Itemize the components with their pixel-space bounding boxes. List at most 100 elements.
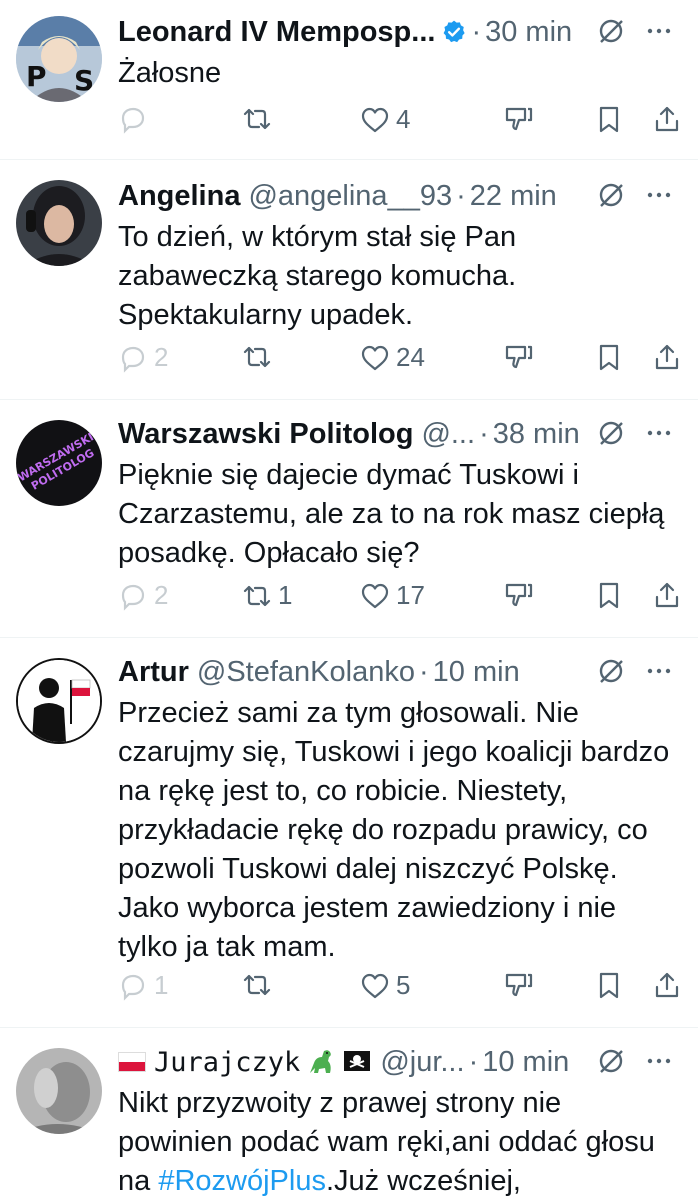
tweet-text: Nikt przyzwoity z prawej strony nie powi… bbox=[118, 1087, 655, 1197]
separator-dot: · bbox=[479, 417, 489, 450]
downvote-button[interactable] bbox=[504, 580, 534, 610]
grok-icon[interactable] bbox=[596, 16, 626, 46]
downvote-button[interactable] bbox=[504, 104, 534, 134]
share-button[interactable] bbox=[652, 342, 682, 372]
retweet-button[interactable] bbox=[242, 104, 278, 134]
anime-avatar-icon: P S bbox=[16, 16, 102, 102]
tweet[interactable]: P S Leonard IV Memposp... · 30 min Żałos… bbox=[0, 0, 698, 160]
more-options-icon[interactable] bbox=[644, 16, 674, 46]
bookmark-icon bbox=[599, 344, 619, 371]
timestamp[interactable]: 30 min bbox=[485, 16, 572, 49]
bookmark-button[interactable] bbox=[594, 970, 624, 1000]
reply-button[interactable] bbox=[118, 104, 154, 134]
avatar[interactable] bbox=[16, 1048, 102, 1134]
bookmark-button[interactable] bbox=[594, 580, 624, 610]
share-button[interactable] bbox=[652, 970, 682, 1000]
heart-icon bbox=[361, 973, 389, 998]
bookmark-icon bbox=[599, 106, 619, 133]
reply-icon bbox=[121, 974, 145, 1001]
downvote-icon bbox=[505, 345, 533, 369]
downvote-icon bbox=[505, 583, 533, 607]
reply-icon bbox=[121, 346, 145, 373]
heart-icon bbox=[361, 583, 389, 608]
tweet-text: Przecież sami za tym głosowali. Nie czar… bbox=[118, 697, 670, 963]
hashtag-link[interactable]: #RozwójPlus bbox=[158, 1165, 326, 1197]
grok-icon[interactable] bbox=[596, 418, 626, 448]
svg-text:P: P bbox=[26, 60, 47, 93]
grok-icon[interactable] bbox=[596, 656, 626, 686]
share-icon bbox=[655, 972, 679, 998]
like-button[interactable]: 4 bbox=[360, 104, 410, 135]
timestamp[interactable]: 10 min bbox=[482, 1046, 569, 1079]
reply-count: 2 bbox=[154, 342, 169, 372]
like-button[interactable]: 5 bbox=[360, 970, 410, 1001]
more-options-icon[interactable] bbox=[644, 656, 674, 686]
tweet[interactable]: Angelina @angelina__93 · 22 min To dzień… bbox=[0, 160, 698, 400]
author-handle[interactable]: @... bbox=[421, 418, 475, 451]
share-button[interactable] bbox=[652, 580, 682, 610]
avatar[interactable] bbox=[16, 180, 102, 266]
more-options-icon[interactable] bbox=[644, 418, 674, 448]
verified-badge-icon bbox=[444, 20, 466, 43]
share-icon bbox=[655, 582, 679, 608]
more-options-icon[interactable] bbox=[644, 1046, 674, 1076]
retweet-button[interactable] bbox=[242, 342, 278, 372]
timestamp[interactable]: 10 min bbox=[433, 656, 520, 689]
separator-dot: · bbox=[456, 179, 466, 212]
author-handle[interactable]: @angelina__93 bbox=[248, 180, 452, 213]
tweet[interactable]: Jurajczyk @jur... · 10 min Nikt przyzwoi… bbox=[0, 1028, 698, 1199]
reply-count: 1 bbox=[154, 970, 169, 1000]
reply-icon bbox=[121, 107, 145, 134]
author-name[interactable]: Jurajczyk bbox=[154, 1047, 300, 1078]
action-bar: 2 1 17 bbox=[118, 580, 688, 616]
tweet-text: To dzień, w którym stał się Pan zabawecz… bbox=[118, 221, 517, 331]
tweet-text: Pięknie się dajecie dymać Tuskowi i Czar… bbox=[118, 459, 665, 569]
author-name[interactable]: Warszawski Politolog bbox=[118, 418, 413, 451]
tweet[interactable]: Artur @StefanKolanko · 10 min Przecież s… bbox=[0, 638, 698, 1028]
downvote-button[interactable] bbox=[504, 342, 534, 372]
timestamp[interactable]: 38 min bbox=[493, 418, 580, 451]
like-button[interactable]: 24 bbox=[360, 342, 425, 373]
reply-button[interactable]: 2 bbox=[118, 580, 168, 611]
retweet-icon bbox=[243, 108, 271, 130]
retweet-icon bbox=[243, 346, 271, 368]
tweet-text: Żałosne bbox=[118, 57, 222, 89]
action-bar: 1 5 bbox=[118, 970, 688, 1006]
share-button[interactable] bbox=[652, 104, 682, 134]
author-name[interactable]: Angelina bbox=[118, 180, 240, 213]
tweet[interactable]: WARSZAWSKI POLITOLOG Warszawski Politolo… bbox=[0, 400, 698, 638]
like-button[interactable]: 17 bbox=[360, 580, 425, 611]
retweet-button[interactable] bbox=[242, 970, 278, 1000]
warszawski-politolog-logo-icon: WARSZAWSKI POLITOLOG bbox=[16, 420, 102, 506]
reply-button[interactable]: 2 bbox=[118, 342, 168, 373]
dinosaur-icon bbox=[310, 1050, 332, 1073]
like-count: 5 bbox=[396, 970, 411, 1000]
grok-icon[interactable] bbox=[596, 180, 626, 210]
reply-button[interactable]: 1 bbox=[118, 970, 168, 1001]
avatar[interactable]: WARSZAWSKI POLITOLOG bbox=[16, 420, 102, 506]
heart-icon bbox=[361, 107, 389, 132]
author-handle[interactable]: @StefanKolanko bbox=[197, 656, 415, 689]
action-bar: 2 24 bbox=[118, 342, 688, 378]
retweet-button[interactable]: 1 bbox=[242, 580, 292, 611]
avatar[interactable]: P S bbox=[16, 16, 102, 102]
author-name[interactable]: Artur bbox=[118, 656, 189, 689]
bookmark-button[interactable] bbox=[594, 104, 624, 134]
retweet-icon bbox=[243, 585, 271, 606]
pirate-flag-icon bbox=[344, 1051, 371, 1071]
author-name[interactable]: Leonard IV Memposp... bbox=[118, 16, 435, 49]
retweet-icon bbox=[243, 974, 271, 996]
author-handle[interactable]: @jur... bbox=[380, 1046, 464, 1079]
more-options-icon[interactable] bbox=[644, 180, 674, 210]
avatar[interactable] bbox=[16, 658, 102, 744]
timestamp[interactable]: 22 min bbox=[470, 180, 557, 213]
action-bar: 4 bbox=[118, 104, 688, 140]
bookmark-icon bbox=[599, 582, 619, 609]
poland-flag-icon bbox=[118, 1052, 146, 1072]
bookmark-button[interactable] bbox=[594, 342, 624, 372]
separator-dot: · bbox=[468, 1045, 479, 1078]
woman-avatar-icon bbox=[16, 180, 102, 266]
separator-dot: · bbox=[471, 15, 482, 48]
downvote-button[interactable] bbox=[504, 970, 534, 1000]
grok-icon[interactable] bbox=[596, 1046, 626, 1076]
